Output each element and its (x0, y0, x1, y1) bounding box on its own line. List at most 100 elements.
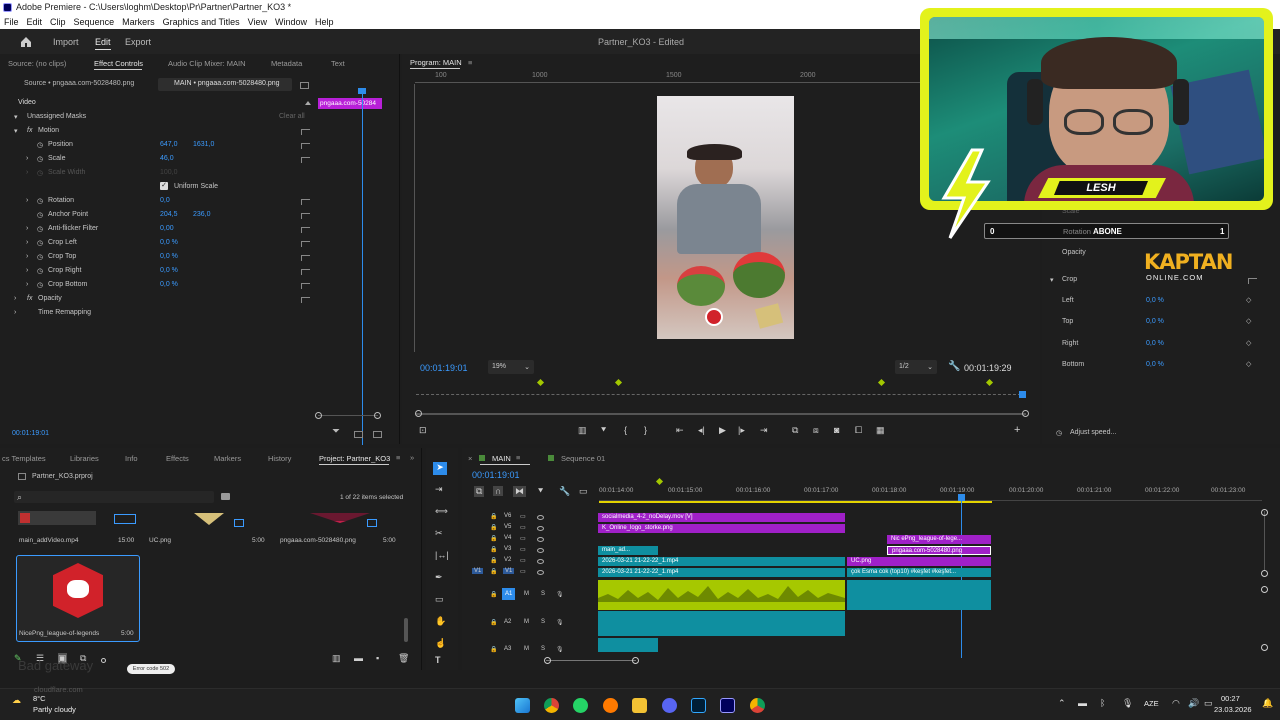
eye-icon[interactable] (537, 537, 544, 542)
vscroll-handle[interactable] (1261, 586, 1268, 593)
reset-icon[interactable] (301, 297, 310, 303)
wrench-icon[interactable]: 🔧 (948, 361, 960, 372)
weather-temp[interactable]: 8°C (33, 694, 46, 703)
eg-left-value[interactable]: 0,0 % (1146, 297, 1164, 304)
nest-icon[interactable]: ⧉ (474, 486, 485, 497)
project-search-input[interactable] (14, 491, 214, 503)
keyframe-icon[interactable]: ◇ (1246, 360, 1251, 368)
selected-project-item[interactable]: NicePng_league-of-legends 5:00 (16, 555, 140, 642)
program-scrub-track[interactable] (416, 394, 1026, 397)
add-marker-icon[interactable]: ⯆ (600, 425, 607, 436)
lock-icon[interactable]: 🔒 (490, 619, 497, 626)
stopwatch-icon[interactable]: ◷ (37, 281, 43, 289)
tray-mic-icon[interactable]: 🎙 (1122, 698, 1133, 709)
insert-icon[interactable]: ⧉ (792, 425, 798, 436)
audio-clip-a3[interactable] (598, 638, 658, 652)
resolution-select[interactable]: 1/2 ⌄ (895, 360, 937, 374)
tab-info[interactable]: Info (125, 454, 138, 463)
eg-bottom-value[interactable]: 0,0 % (1146, 361, 1164, 368)
program-playhead[interactable] (1019, 391, 1026, 398)
clip-v4[interactable]: Nic ePng_league-of-lege... (887, 535, 991, 544)
eg-top-value[interactable]: 0,0 % (1146, 318, 1164, 325)
track-label[interactable]: V6 (504, 513, 511, 519)
app-icon[interactable] (603, 698, 618, 713)
timeline-menu-icon[interactable]: ≡ (516, 453, 520, 462)
source-clip-tab[interactable]: Source • pngaaa.com-5028480.png (24, 80, 154, 90)
eg-right-value[interactable]: 0,0 % (1146, 340, 1164, 347)
reset-icon[interactable] (301, 255, 310, 261)
add-marker-icon[interactable]: ⯆ (537, 486, 544, 497)
tab-libraries[interactable]: Libraries (70, 454, 99, 463)
ec-timecode[interactable]: 00:01:19:01 (12, 430, 49, 437)
lock-icon[interactable]: 🔒 (490, 591, 497, 598)
ec-playhead[interactable] (362, 90, 363, 445)
project-menu-icon[interactable]: ≡ (396, 453, 400, 462)
reset-icon[interactable] (301, 283, 310, 289)
vscroll-handle[interactable] (1261, 644, 1268, 651)
photoshop-icon[interactable] (691, 698, 706, 713)
rotation-value[interactable]: 0,0 (160, 197, 170, 204)
camera-icon[interactable]: ◙ (834, 425, 839, 435)
home-icon[interactable] (20, 36, 32, 47)
go-to-out-icon[interactable]: ⇥ (760, 425, 768, 436)
reset-icon[interactable] (1248, 278, 1257, 284)
premiere-icon[interactable] (720, 698, 735, 713)
program-zoom-handle[interactable] (415, 410, 422, 417)
keyframe-icon[interactable]: ◇ (1246, 317, 1251, 325)
captions-icon[interactable]: ▭ (579, 486, 588, 497)
keyframe-icon[interactable]: ◇ (1246, 296, 1251, 304)
sync-icon[interactable]: ▭ (520, 524, 526, 531)
solo-toggle[interactable]: S (541, 619, 545, 625)
crop-bottom-value[interactable]: 0,0 % (160, 281, 178, 288)
step-forward-icon[interactable]: |▸ (738, 425, 745, 436)
clip-v2[interactable]: 2026-03-21 21-22-22_1.mp4 (598, 557, 845, 566)
reset-icon[interactable] (301, 129, 310, 135)
timeline-hscroll[interactable] (546, 660, 636, 661)
clock-time[interactable]: 00:27 (1221, 694, 1240, 703)
menu-graphics[interactable]: Graphics and Titles (163, 17, 240, 27)
reset-icon[interactable] (301, 227, 310, 233)
track-select-tool-icon[interactable]: ⇥ (435, 484, 443, 495)
new-item-icon[interactable]: ▪ (376, 653, 379, 663)
track-label[interactable]: V2 (504, 557, 511, 563)
mic-icon[interactable]: 🎙 (556, 646, 564, 653)
video-frame[interactable] (657, 96, 794, 339)
mute-toggle[interactable]: M (524, 646, 529, 652)
stopwatch-icon[interactable]: ◷ (37, 141, 43, 149)
project-scrollbar[interactable] (404, 618, 408, 642)
delete-icon[interactable]: 🗑 (398, 653, 409, 664)
track-label[interactable]: V3 (504, 546, 511, 552)
work-area-bar[interactable] (599, 501, 992, 503)
mic-icon[interactable]: 🎙 (556, 591, 564, 598)
stopwatch-icon[interactable]: ◷ (37, 155, 43, 163)
clip-v5[interactable]: K_Online_logo_storke.png (598, 524, 845, 533)
clip-v3-main[interactable]: main_ad... (598, 546, 658, 555)
tab-edit[interactable]: Edit (95, 37, 111, 47)
source-patch-v1[interactable]: V1 (472, 568, 484, 574)
eye-icon[interactable] (537, 570, 544, 575)
position-x-value[interactable]: 647,0 (160, 141, 178, 148)
crop-bottom-expand-icon[interactable]: › (26, 281, 28, 288)
compare-icon[interactable]: ⧠ (855, 425, 862, 436)
lift-icon[interactable]: ▥ (578, 425, 587, 436)
scale-expand-icon[interactable]: › (26, 155, 28, 162)
reset-icon[interactable] (301, 143, 310, 149)
timeline-scroll-handle[interactable] (632, 657, 639, 664)
ec-zoom-handle-left[interactable] (315, 412, 322, 419)
solo-toggle[interactable]: S (541, 646, 545, 652)
keyframe-icon[interactable]: ◇ (1246, 339, 1251, 347)
crop-right-expand-icon[interactable]: › (26, 267, 28, 274)
lock-icon[interactable]: 🔒 (490, 546, 497, 553)
main-clip-tab[interactable]: MAIN • pngaaa.com-5028480.png (158, 78, 292, 91)
collapse-icon[interactable] (305, 101, 311, 105)
new-bin-icon[interactable]: ▬ (354, 653, 363, 663)
mini-clip-bar[interactable]: pngaaa.com-50284 (318, 98, 382, 109)
folder-icon[interactable] (632, 698, 647, 713)
go-to-in-icon[interactable]: ⇤ (676, 425, 684, 436)
tab-sequence-01[interactable]: Sequence 01 (561, 454, 605, 463)
settings-icon[interactable]: ⊡ (419, 425, 427, 436)
linked-selection-icon[interactable]: ⧓ (513, 486, 526, 497)
program-timecode[interactable]: 00:01:19:01 (420, 363, 468, 373)
reset-icon[interactable] (301, 269, 310, 275)
step-back-icon[interactable]: ◂| (698, 425, 705, 436)
